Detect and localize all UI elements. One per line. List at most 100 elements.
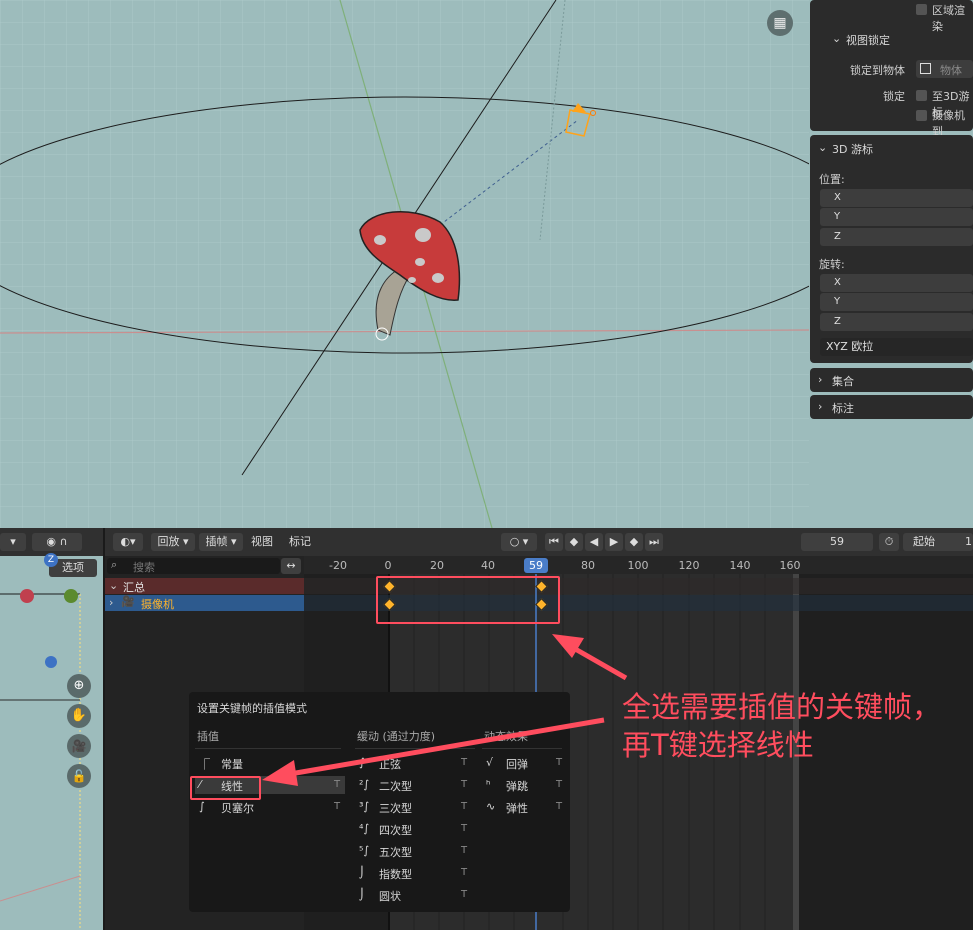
circular-shortcut: T <box>461 889 468 900</box>
back-shortcut: T <box>556 757 563 768</box>
lock-icon[interactable]: 🔓 <box>67 764 91 788</box>
stopwatch-icon[interactable]: ⏱ <box>879 533 899 551</box>
keyframe-highlight-box <box>376 576 560 624</box>
rotation-y-field[interactable]: Y <box>820 293 973 311</box>
back-label: 回弹 <box>506 758 528 771</box>
menu-item-quintic[interactable]: ⁵∫ 五次型 T <box>355 842 471 860</box>
constant-label: 常量 <box>221 758 243 771</box>
zoom-icon[interactable]: ⊕ <box>67 674 91 698</box>
view-menu[interactable]: 视图 <box>251 533 273 551</box>
summary-label: 汇总 <box>123 581 145 594</box>
collections-header: 集合 <box>832 375 854 388</box>
location-y-field[interactable]: Y <box>820 208 973 226</box>
elastic-shortcut: T <box>556 801 563 812</box>
chevron-right-icon: › <box>109 596 114 609</box>
interp-column-header: 插值 <box>197 730 219 743</box>
search-field[interactable]: ⌕ 搜索 <box>107 558 280 574</box>
location-z-field[interactable]: Z <box>820 228 973 246</box>
rotation-mode-dropdown[interactable]: XYZ 欧拉 <box>820 338 973 356</box>
left-viewport[interactable]: 选项 Z ⊕ ✋ 🎥 🔓 <box>0 553 103 930</box>
tick-label: 20 <box>430 559 444 572</box>
annotation-text: 全选需要插值的关键帧， 再T键选择线性 <box>622 688 941 764</box>
annotations-panel[interactable]: › 标注 <box>810 395 973 419</box>
chevron-down-icon: ⌄ <box>109 579 119 592</box>
swap-arrows-icon[interactable]: ↔ <box>281 558 301 574</box>
rotation-label: 旋转: <box>819 258 845 271</box>
prev-keyframe-icon[interactable]: ◆ <box>565 533 583 551</box>
playhead-frame-badge[interactable]: 59 <box>524 558 548 573</box>
playback-menu[interactable]: 回放 ▾ <box>151 533 195 551</box>
lock-to-cursor-checkbox[interactable] <box>916 90 927 101</box>
annotations-header: 标注 <box>832 402 854 415</box>
search-placeholder: 搜索 <box>133 561 155 574</box>
rotation-z-field[interactable]: Z <box>820 313 973 331</box>
menu-item-circular[interactable]: ⌡ 圆状 T <box>355 886 471 904</box>
3d-viewport[interactable]: ▦ <box>0 0 809 528</box>
grid-view-icon[interactable]: ▦ <box>767 10 793 36</box>
playback-menu-label: 回放 <box>157 535 180 548</box>
3d-cursor-header[interactable]: 3D 游标 <box>832 141 873 157</box>
editor-type-dropdown[interactable]: ▾ <box>0 533 26 551</box>
play-reverse-icon[interactable]: ◀ <box>585 533 603 551</box>
bezier-icon: ∫ <box>199 800 205 813</box>
rotation-x-field[interactable]: X <box>820 274 973 292</box>
quadratic-icon: ²∫ <box>359 778 370 791</box>
current-frame-field[interactable]: 59 <box>801 533 873 551</box>
summary-channel[interactable]: ⌄ 汇总 <box>105 578 304 594</box>
menu-item-constant[interactable]: ⎾ 常量 <box>195 754 345 772</box>
menu-item-quadratic[interactable]: ²∫ 二次型 T <box>355 776 471 794</box>
bezier-label: 贝塞尔 <box>221 802 254 815</box>
sidebar-panel: 区域渲染 ⌄ 视图锁定 锁定到物体 物体 锁定 至3D游标 摄像机到 ⌄ 3D … <box>809 0 973 528</box>
easing-column-header: 缓动 (通过力度) <box>357 730 436 743</box>
menu-item-quartic[interactable]: ⁴∫ 四次型 T <box>355 820 471 838</box>
x-axis-gizmo[interactable] <box>20 589 34 603</box>
camera-channel[interactable]: › 🎥 摄像机 <box>105 595 304 611</box>
camera-icon: 🎥 <box>121 595 135 608</box>
overlay-toggle[interactable]: ◉ ∩ <box>32 533 82 551</box>
start-frame-field[interactable]: 起始 1 <box>903 533 973 551</box>
region-overlay-checkbox[interactable] <box>916 4 927 15</box>
constant-icon: ⎾ <box>199 758 210 771</box>
keying-menu[interactable]: 插帧 ▾ <box>199 533 243 551</box>
menu-item-sine[interactable]: ∫ 正弦 T <box>355 754 471 772</box>
keying-menu-label: 插帧 <box>205 535 228 548</box>
chevron-right-icon: › <box>818 373 823 386</box>
quadratic-label: 二次型 <box>379 780 412 793</box>
menu-item-bounce[interactable]: ʰ 弹跳 T <box>482 776 566 794</box>
chevron-down-icon[interactable]: ⌄ <box>818 141 827 154</box>
auto-keying-toggle[interactable]: ○ ▾ <box>501 533 537 551</box>
neg-z-gizmo[interactable] <box>45 656 57 668</box>
marker-menu[interactable]: 标记 <box>289 533 311 551</box>
menu-item-exponential[interactable]: ⌡ 指数型 T <box>355 864 471 882</box>
y-axis-gizmo[interactable] <box>64 589 78 603</box>
menu-item-back[interactable]: √ 回弹 T <box>482 754 566 772</box>
next-keyframe-icon[interactable]: ◆ <box>625 533 643 551</box>
jump-start-icon[interactable]: ⏮ <box>545 533 563 551</box>
location-x-field[interactable]: X <box>820 189 973 207</box>
jump-end-icon[interactable]: ⏭ <box>645 533 663 551</box>
lock-label: 锁定 <box>883 90 905 103</box>
menu-item-bezier[interactable]: ∫ 贝塞尔 T <box>195 798 345 816</box>
view-lock-header[interactable]: 视图锁定 <box>846 32 890 48</box>
cubic-shortcut: T <box>461 801 468 812</box>
chevron-down-icon[interactable]: ⌄ <box>832 32 841 45</box>
object-placeholder: 物体 <box>940 64 962 77</box>
tick-label: -20 <box>329 559 347 572</box>
menu-item-elastic[interactable]: ∿ 弹性 T <box>482 798 566 816</box>
lock-object-field[interactable]: 物体 <box>916 60 973 78</box>
z-axis-gizmo[interactable]: Z <box>44 553 58 567</box>
back-icon: √ <box>486 756 494 769</box>
collections-panel[interactable]: › 集合 <box>810 368 973 392</box>
play-icon[interactable]: ▶ <box>605 533 623 551</box>
camera-view-icon[interactable]: 🎥 <box>67 734 91 758</box>
sine-label: 正弦 <box>379 758 401 771</box>
clock-editor-icon[interactable]: ◐▾ <box>113 533 143 551</box>
quintic-icon: ⁵∫ <box>359 844 370 857</box>
camera-to-view-checkbox[interactable] <box>916 110 927 121</box>
quintic-shortcut: T <box>461 845 468 856</box>
bottom-area: ▾ ◉ ∩ 选项 Z ⊕ ✋ 🎥 🔓 ◐▾ 回放 ▾ 插帧 ▾ 视图 标记 ○ … <box>0 528 973 930</box>
hand-pan-icon[interactable]: ✋ <box>67 704 91 728</box>
linear-highlight-box <box>190 776 261 800</box>
circular-icon: ⌡ <box>359 888 365 901</box>
menu-item-cubic[interactable]: ³∫ 三次型 T <box>355 798 471 816</box>
